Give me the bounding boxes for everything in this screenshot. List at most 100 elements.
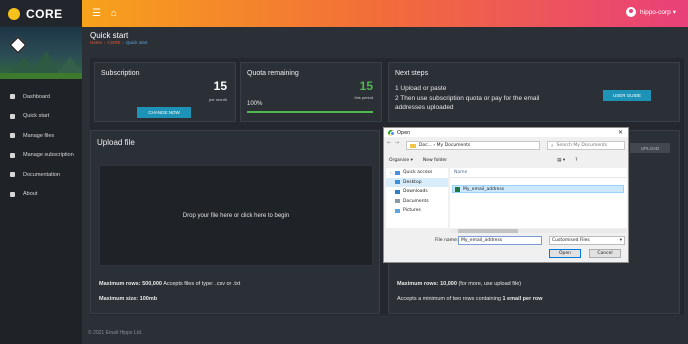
user-menu[interactable]: hippo-corp ▾: [626, 7, 676, 17]
breadcrumb-home[interactable]: Home: [90, 40, 102, 45]
next-step-2-cont: addresses uploaded: [395, 104, 454, 111]
breadcrumb: Home › CORE › Quick start: [90, 40, 148, 45]
tree-documents[interactable]: Documents: [386, 197, 448, 207]
dashboard-icon: [10, 94, 15, 100]
user-guide-button[interactable]: USER GUIDE: [603, 90, 651, 101]
new-folder-button[interactable]: New folder: [423, 158, 447, 163]
sidebar-item-label: Documentation: [23, 171, 60, 178]
next-steps-card: Next steps 1 Upload or paste 2 Then use …: [388, 62, 680, 122]
file-row[interactable]: My_email_address: [452, 185, 624, 193]
paste-note-bold: 1 email per row: [502, 296, 543, 302]
help-icon[interactable]: ?: [575, 158, 577, 163]
book-icon: [10, 172, 15, 178]
home-icon[interactable]: ⌂: [111, 8, 117, 19]
logo-dot-icon: [8, 7, 20, 20]
subscription-card: Subscription 15 per month CHANGE NOW: [94, 62, 236, 122]
close-icon[interactable]: ✕: [618, 129, 623, 136]
paste-min-rows: Accepts a minimum of two rows containing…: [397, 296, 543, 302]
sidebar-item-manage-subscription[interactable]: Manage subscription: [0, 146, 82, 166]
search-placeholder: Search My Documents: [556, 143, 608, 148]
summary-row: Subscription 15 per month CHANGE NOW Quo…: [90, 58, 684, 130]
scroll-thumb[interactable]: [458, 229, 518, 233]
brand-logo[interactable]: CORE: [0, 0, 82, 27]
accepted-types: Accepts files of type: .csv or .txt: [161, 281, 241, 287]
sidebar-nav: Dashboard Quick start Manage files Manag…: [0, 87, 82, 204]
quota-progress-fill: [247, 111, 373, 113]
breadcrumb-current: Quick start: [126, 40, 148, 45]
tree-quick-access[interactable]: › Quick access: [386, 168, 448, 178]
dialog-title: Open: [397, 129, 411, 136]
file-name: My_email_address: [463, 186, 505, 192]
search-icon: ⌕: [551, 143, 554, 149]
sidebar-item-about[interactable]: About: [0, 185, 82, 205]
tree-label: Downloads: [403, 189, 428, 195]
view-options-icon[interactable]: ▤ ▾: [557, 158, 565, 163]
tree-downloads[interactable]: Downloads: [386, 187, 448, 197]
sidebar-item-documentation[interactable]: Documentation: [0, 165, 82, 185]
chevron-down-icon: ▾: [672, 9, 676, 16]
page-title: Quick start: [90, 31, 129, 40]
cancel-button[interactable]: Cancel: [589, 249, 621, 258]
upload-max-rows: Maximum rows: 500,000 Accepts files of t…: [99, 281, 240, 287]
sidebar-item-label: Dashboard: [23, 93, 50, 100]
files-icon: [10, 133, 15, 139]
file-name-label: File name:: [435, 238, 459, 243]
file-type-select[interactable]: Customised Files ▾: [549, 236, 625, 245]
sidebar: Dashboard Quick start Manage files Manag…: [0, 27, 82, 344]
tree-label: Pictures: [403, 208, 421, 214]
nav-arrows: ← →: [387, 140, 403, 146]
sidebar-item-label: Quick start: [23, 113, 50, 120]
paste-note: Accepts a minimum of two rows containing: [397, 296, 503, 302]
chevron-down-icon: ▾: [619, 238, 622, 243]
forward-arrow-icon[interactable]: →: [395, 140, 403, 146]
upload-button[interactable]: UPLOAD: [630, 143, 670, 153]
picture-icon: [395, 208, 400, 213]
file-list: Name My_email_address: [450, 168, 627, 228]
file-dropzone[interactable]: Drop your file here or click here to beg…: [99, 165, 373, 266]
address-bar[interactable]: Doc... › My Documents: [406, 141, 540, 150]
sidebar-item-quick-start[interactable]: Quick start: [0, 107, 82, 127]
quota-unit: this period: [354, 95, 373, 100]
upload-title: Upload file: [97, 138, 135, 147]
breadcrumb-core[interactable]: CORE: [108, 40, 121, 45]
quota-title: Quota remaining: [247, 70, 299, 77]
next-steps-title: Next steps: [395, 70, 429, 77]
search-input[interactable]: ⌕ Search My Documents: [547, 141, 625, 150]
sidebar-item-dashboard[interactable]: Dashboard: [0, 87, 82, 107]
grass-strip: [0, 73, 82, 79]
subscription-unit: per month: [208, 97, 227, 102]
quota-card: Quota remaining 15 this period 100%: [240, 62, 382, 122]
quota-value: 15: [359, 79, 373, 93]
dialog-titlebar[interactable]: Open ✕: [384, 128, 628, 137]
name-column-header[interactable]: Name: [450, 168, 627, 178]
folder-icon: [410, 143, 416, 148]
max-rows-label: Maximum rows: 500,000: [99, 281, 162, 287]
card-icon: [10, 152, 15, 158]
sidebar-hero-image: [0, 27, 82, 79]
dialog-toolbar: Organise ▾ New folder ▤ ▾ ?: [384, 155, 628, 165]
change-now-button[interactable]: CHANGE NOW: [137, 107, 191, 118]
subscription-title: Subscription: [101, 70, 140, 77]
tree-pictures[interactable]: Pictures: [386, 206, 448, 216]
cube-logo-icon: [8, 35, 28, 55]
footer-copyright: © 2021 Email Hippo Ltd.: [88, 330, 143, 336]
user-name: hippo-corp: [640, 8, 671, 16]
chrome-icon: [388, 129, 395, 136]
sidebar-item-label: Manage files: [23, 132, 55, 139]
back-arrow-icon[interactable]: ←: [387, 140, 395, 146]
horizontal-scrollbar[interactable]: [450, 229, 627, 233]
rocket-icon: [10, 113, 15, 119]
tree-label: Desktop: [403, 179, 422, 185]
open-button[interactable]: Open: [549, 249, 581, 258]
star-icon: [395, 170, 400, 175]
excel-file-icon: [455, 186, 460, 192]
organise-button[interactable]: Organise ▾: [389, 158, 413, 163]
sidebar-item-label: About: [23, 191, 38, 198]
file-name-input[interactable]: My_email_address: [458, 236, 542, 245]
tree-label: Documents: [403, 198, 429, 204]
menu-icon[interactable]: ☰: [92, 8, 101, 19]
desktop-icon: [395, 180, 400, 185]
quota-progress: [247, 111, 373, 113]
tree-desktop[interactable]: Desktop: [386, 177, 448, 187]
sidebar-item-manage-files[interactable]: Manage files: [0, 126, 82, 146]
